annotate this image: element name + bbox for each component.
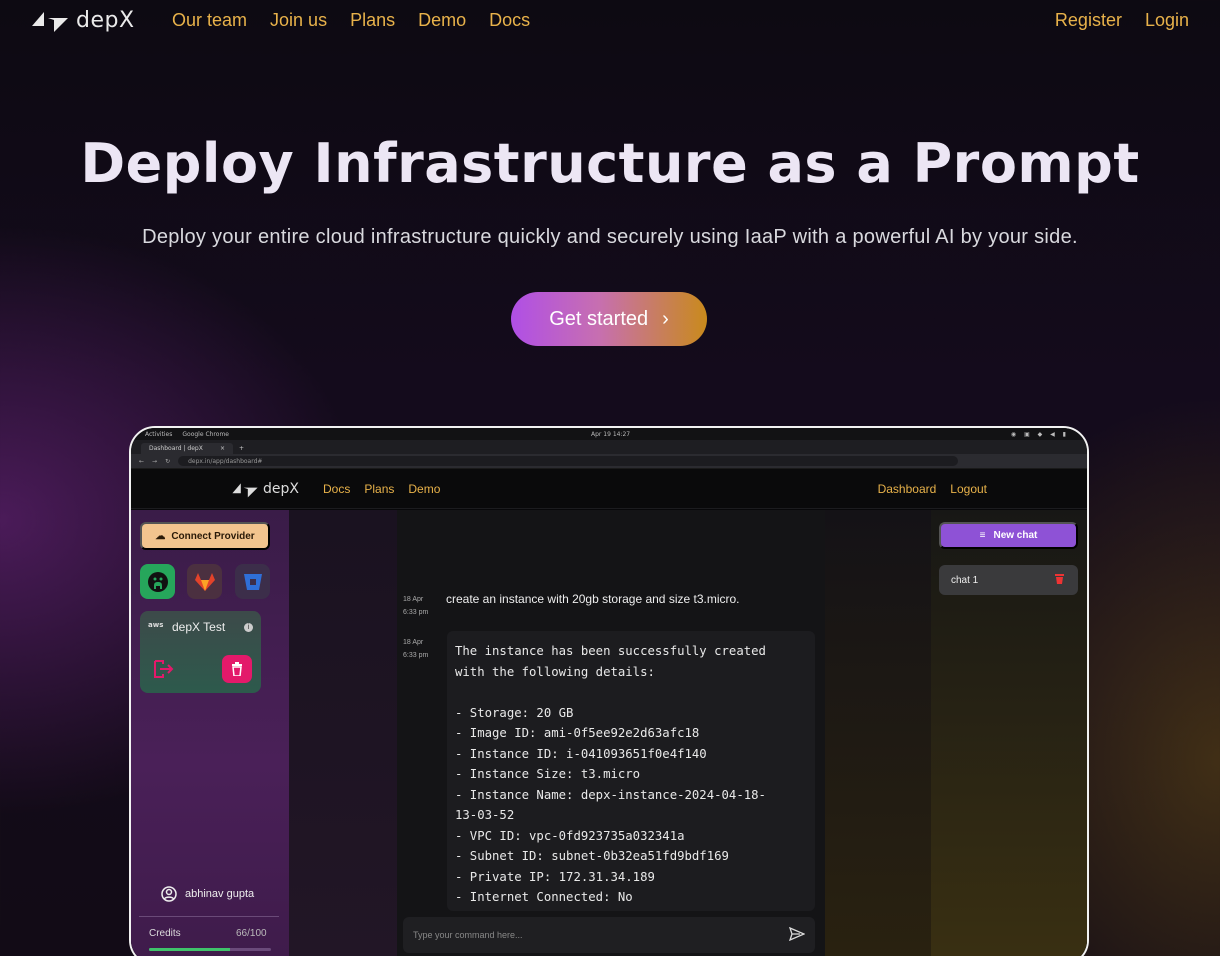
- logo[interactable]: depX: [30, 6, 135, 34]
- hero-subtitle: Deploy your entire cloud infrastructure …: [142, 226, 1078, 248]
- os-clock: Apr 19 14:27: [591, 430, 631, 438]
- assistant-message: The instance has been successfully creat…: [447, 631, 815, 911]
- os-activities: Activities: [145, 430, 173, 438]
- browser-tab-title: Dashboard | depX: [149, 445, 203, 452]
- credits-progress: [149, 948, 271, 951]
- delete-chat-icon[interactable]: [1055, 573, 1064, 587]
- logout-link[interactable]: Logout: [950, 482, 987, 496]
- app-window: depX Docs Plans Demo Dashboard Logout ☁ …: [131, 469, 1087, 956]
- chat-background-left: [289, 510, 397, 956]
- app-logo-text: depX: [263, 481, 299, 497]
- forward-icon[interactable]: →: [152, 458, 157, 465]
- credits-value: 66/100: [236, 928, 267, 939]
- nav-link-our-team[interactable]: Our team: [172, 10, 247, 31]
- app-nav-docs[interactable]: Docs: [323, 482, 350, 496]
- os-app-name: Google Chrome: [182, 430, 229, 438]
- bitbucket-icon: [243, 573, 262, 590]
- menu-lines-icon: ≡: [979, 530, 986, 541]
- bitbucket-provider-button[interactable]: [235, 564, 270, 599]
- delete-account-button[interactable]: [222, 655, 252, 683]
- chat-item-label: chat 1: [951, 574, 979, 586]
- browser-tab-bar: Dashboard | depX × +: [131, 440, 1087, 454]
- system-tray-icons: ◉ ▣ ◆ ◀ ▮: [1010, 430, 1069, 438]
- message-time: 6:33 pm: [403, 652, 429, 659]
- logo-text: depX: [76, 7, 135, 33]
- trash-icon: [232, 662, 242, 676]
- reload-icon[interactable]: ↻: [165, 458, 170, 465]
- os-top-bar: Activities Google Chrome Apr 19 14:27 ◉ …: [131, 428, 1087, 440]
- nav-link-join-us[interactable]: Join us: [270, 10, 327, 31]
- new-chat-label: New chat: [993, 530, 1038, 541]
- new-tab-icon[interactable]: +: [233, 443, 250, 454]
- browser-tab[interactable]: Dashboard | depX ×: [141, 443, 233, 454]
- back-icon[interactable]: ←: [139, 458, 144, 465]
- send-icon[interactable]: [788, 926, 806, 945]
- dashboard-link[interactable]: Dashboard: [878, 482, 937, 496]
- account-name: depX Test: [172, 620, 226, 634]
- user-profile[interactable]: abhinav gupta: [161, 886, 254, 902]
- depx-logo-icon: [32, 12, 68, 32]
- message-timestamp: 18 Apr 6:33 pm: [403, 593, 428, 619]
- app-nav-links: Docs Plans Demo: [323, 482, 440, 496]
- exit-icon-svg: [154, 660, 174, 678]
- depx-logo-icon: [232, 483, 258, 498]
- message-date: 18 Apr: [403, 596, 424, 603]
- github-provider-button[interactable]: [140, 564, 175, 599]
- trash-icon: [1055, 574, 1064, 584]
- login-link[interactable]: Login: [1145, 10, 1189, 31]
- aws-icon: aws: [148, 621, 164, 629]
- chevron-right-icon: ›: [662, 307, 669, 330]
- sidebar-divider: [139, 916, 279, 917]
- close-icon[interactable]: ×: [220, 445, 225, 452]
- message-date: 18 Apr: [403, 639, 424, 646]
- sidebar: ☁ Connect Provider aws depX Test i abhin…: [131, 510, 289, 956]
- cloud-account-card[interactable]: aws depX Test i: [140, 611, 261, 693]
- user-name: abhinav gupta: [185, 888, 255, 900]
- nav-auth: Register Login: [1055, 10, 1189, 31]
- new-chat-button[interactable]: ≡ New chat: [939, 522, 1078, 549]
- top-nav: depX Our team Join us Plans Demo Docs Re…: [0, 0, 1220, 44]
- gitlab-provider-button[interactable]: [187, 564, 222, 599]
- chat-list-item[interactable]: chat 1: [939, 565, 1078, 595]
- user-icon: [161, 886, 177, 902]
- browser-url-bar: ← → ↻ depx.in/app/dashboard#: [131, 454, 1087, 469]
- credits-label: Credits: [149, 928, 181, 939]
- info-icon[interactable]: i: [244, 623, 253, 632]
- app-logo[interactable]: depX: [231, 479, 299, 499]
- user-message: create an instance with 20gb storage and…: [446, 592, 740, 606]
- url-field[interactable]: depx.in/app/dashboard#: [178, 456, 959, 466]
- connect-provider-button[interactable]: ☁ Connect Provider: [140, 522, 270, 550]
- logout-icon[interactable]: [152, 659, 174, 683]
- nav-link-plans[interactable]: Plans: [350, 10, 395, 31]
- github-icon: [147, 571, 168, 592]
- gitlab-icon: [194, 572, 215, 591]
- connect-provider-label: Connect Provider: [171, 530, 255, 542]
- app-nav-demo[interactable]: Demo: [408, 482, 440, 496]
- cloud-icon: ☁: [155, 530, 166, 542]
- message-timestamp: 18 Apr 6:33 pm: [403, 636, 428, 662]
- command-input-box: [403, 917, 815, 953]
- command-input[interactable]: [413, 930, 753, 940]
- credits-progress-fill: [149, 948, 230, 951]
- nav-links: Our team Join us Plans Demo Docs: [172, 10, 530, 31]
- send-icon-svg: [788, 926, 806, 941]
- app-nav: depX Docs Plans Demo Dashboard Logout: [131, 469, 1087, 509]
- register-link[interactable]: Register: [1055, 10, 1122, 31]
- get-started-label: Get started: [549, 307, 649, 330]
- app-nav-plans[interactable]: Plans: [364, 482, 394, 496]
- product-screenshot: Activities Google Chrome Apr 19 14:27 ◉ …: [129, 426, 1089, 956]
- app-nav-right: Dashboard Logout: [878, 482, 987, 496]
- hero-title: Deploy Infrastructure as a Prompt: [80, 132, 1140, 195]
- message-time: 6:33 pm: [403, 609, 429, 616]
- get-started-button[interactable]: Get started ›: [511, 292, 707, 346]
- nav-link-demo[interactable]: Demo: [418, 10, 466, 31]
- chat-background-right: [825, 510, 931, 956]
- nav-link-docs[interactable]: Docs: [489, 10, 530, 31]
